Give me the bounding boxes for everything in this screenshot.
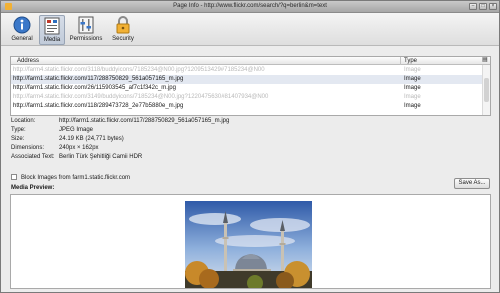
table-row[interactable]: http://farm4.static.flickr.com/3118/budd… [11,66,482,75]
row-address: http://farm1.static.flickr.com/26/115903… [13,85,176,91]
type-label: Type: [11,127,26,133]
toolbar: General Media Permissions Security [1,13,499,46]
window-title: Page Info - http://www.flickr.com/search… [173,3,327,9]
tab-media[interactable]: Media [39,15,65,45]
page-info-window: Page Info - http://www.flickr.com/search… [0,0,500,293]
table-row[interactable]: http://farm1.static.flickr.com/117/28875… [11,75,482,84]
tab-security[interactable]: Security [107,15,139,45]
block-images-label: Block Images from farm1.static.flickr.co… [21,175,131,181]
row-address: http://farm4.static.flickr.com/3118/budd… [13,67,265,73]
lock-icon [116,16,130,34]
row-type: Image [404,94,421,100]
location-value: http://farm1.static.flickr.com/117/28875… [59,118,230,124]
row-type: Image [404,103,421,109]
maximize-button[interactable]: □ [479,3,487,10]
permissions-icon [78,16,94,34]
associated-text-value: Berlin Türk Şehitliği Camii HDR [59,154,143,160]
title-bar[interactable]: Page Info - http://www.flickr.com/search… [1,1,499,13]
column-picker-icon[interactable]: ▤ [481,57,489,64]
row-type: Image [404,76,421,82]
preview-image [185,201,312,288]
table-row[interactable]: http://farm1.static.flickr.com/26/115903… [11,84,482,93]
media-list[interactable]: Address Type ▤ http://farm4.static.flick… [10,56,491,116]
row-address: http://farm4.static.flickr.com/3149/budd… [13,94,269,100]
media-preview-label: Media Preview: [11,185,55,191]
media-preview-pane [10,194,491,289]
tab-label: Media [43,37,61,43]
tab-label: Permissions [69,36,103,42]
checkbox-box[interactable] [11,174,17,180]
close-button[interactable]: × [489,3,497,10]
dimensions-label: Dimensions: [11,145,45,151]
row-address: http://farm1.static.flickr.com/117/28875… [13,76,184,82]
size-value: 24.19 KB (24,771 bytes) [59,136,124,142]
block-images-checkbox[interactable]: Block Images from farm1.static.flickr.co… [11,174,130,183]
info-icon [13,16,31,34]
tab-permissions[interactable]: Permissions [67,15,105,45]
type-value: JPEG Image [59,127,94,133]
row-type: Image [404,67,421,73]
location-label: Location: [11,118,36,124]
list-scrollbar[interactable] [482,65,490,115]
media-icon [44,17,60,35]
tab-label: General [11,36,33,42]
table-row[interactable]: http://farm1.static.flickr.com/118/28947… [11,102,482,111]
associated-text-label: Associated Text: [11,154,55,160]
dimensions-value: 240px × 162px [59,145,99,151]
scrollbar-thumb[interactable] [484,78,489,102]
tab-general[interactable]: General [7,15,37,45]
size-label: Size: [11,136,25,142]
column-divider[interactable] [400,57,401,65]
save-as-button[interactable]: Save As... [454,178,490,189]
minimize-button[interactable]: – [469,3,477,10]
row-address: http://farm1.static.flickr.com/118/28947… [13,103,184,109]
address-column-header[interactable]: Address [17,58,39,64]
row-type: Image [404,85,421,91]
type-column-header[interactable]: Type [404,58,417,64]
media-list-header: Address Type ▤ [11,57,490,65]
tab-label: Security [112,36,134,42]
table-row[interactable]: http://farm4.static.flickr.com/3149/budd… [11,93,482,102]
